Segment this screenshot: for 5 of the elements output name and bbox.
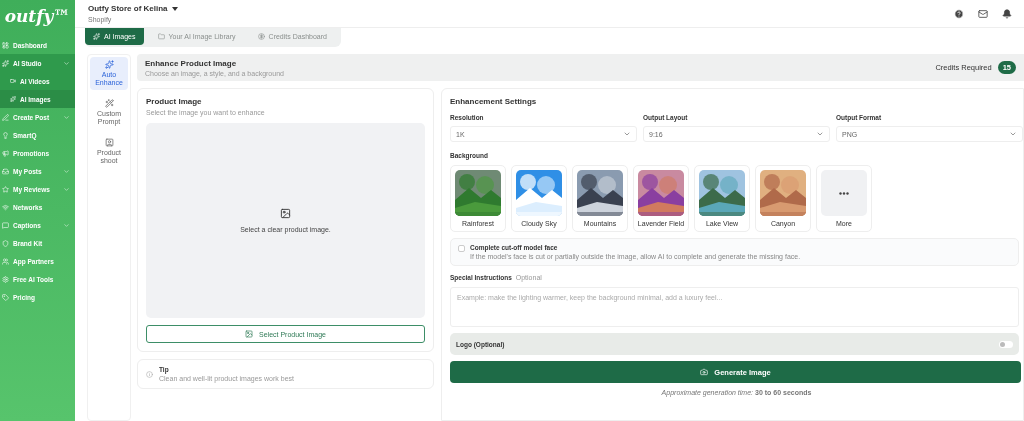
logo: outfy™ <box>3 5 72 28</box>
settings-title: Enhancement Settings <box>450 97 538 106</box>
card-title: Product Image <box>146 97 203 106</box>
section-title: Enhance Product Image <box>145 58 238 68</box>
store-selector[interactable]: Outfy Store of Kelina <box>88 4 954 13</box>
